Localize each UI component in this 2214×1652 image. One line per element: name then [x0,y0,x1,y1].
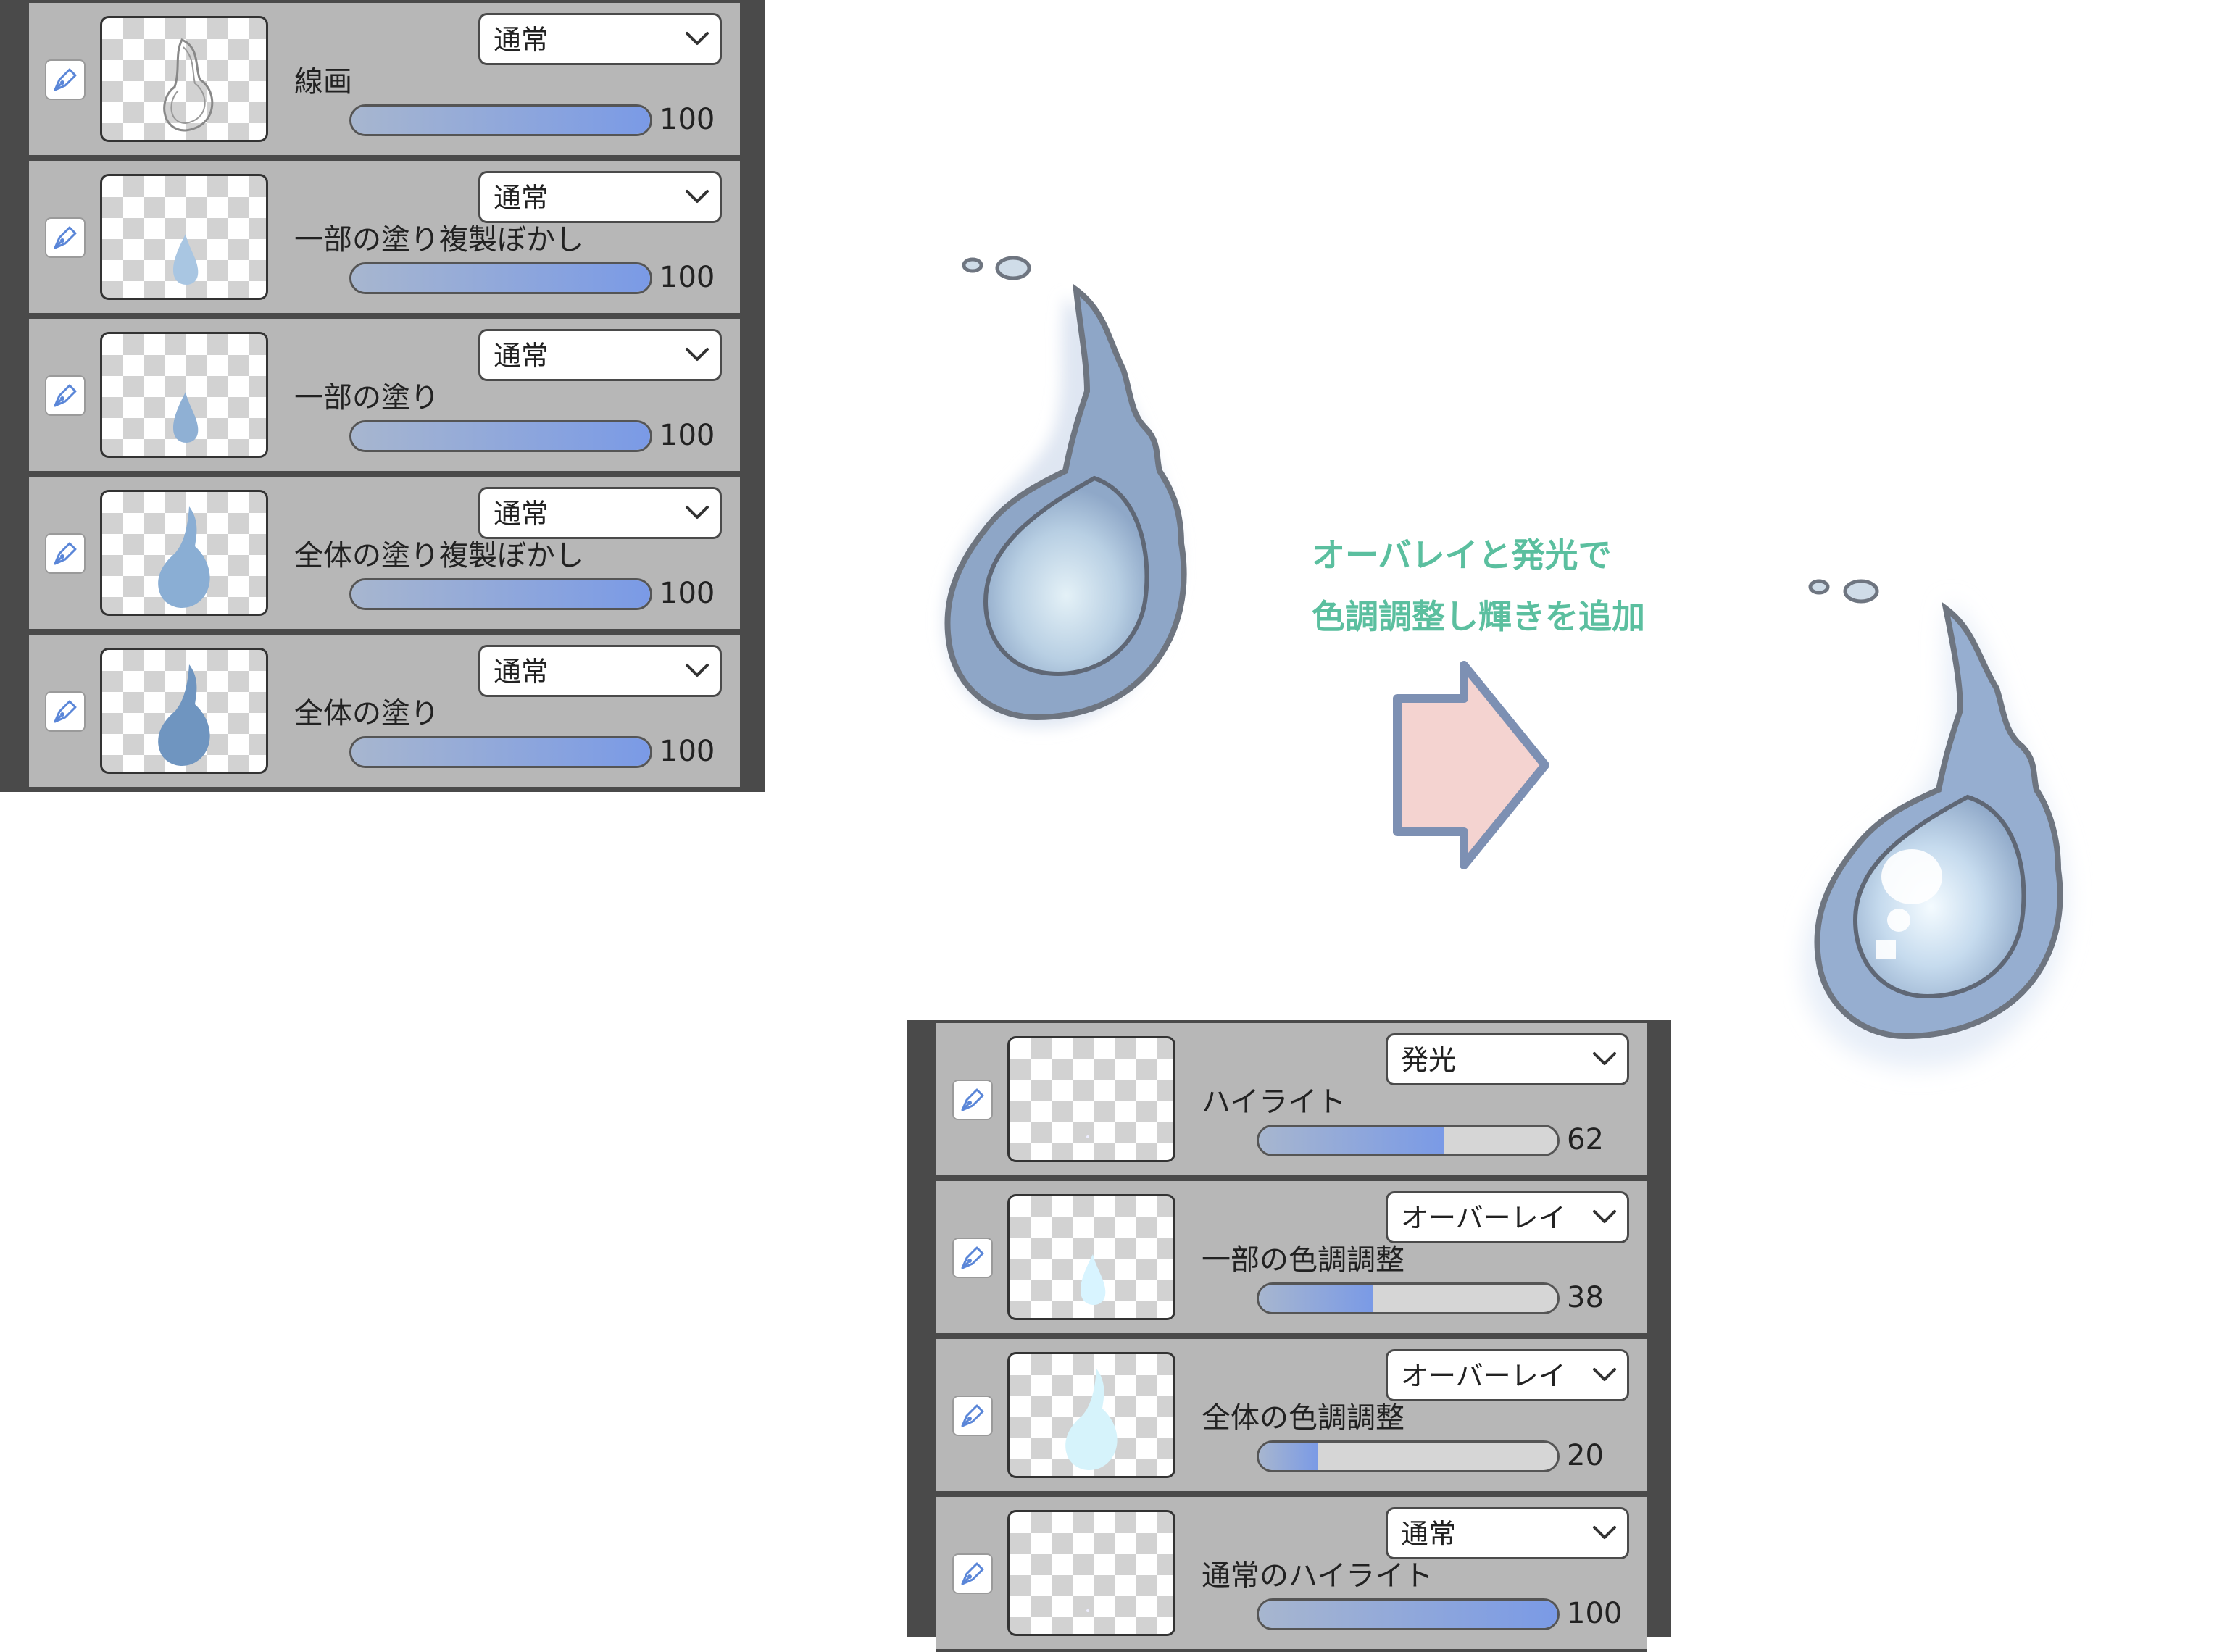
opacity-slider[interactable] [349,104,652,136]
layer-thumbnail [100,332,268,458]
opacity-fill [351,580,650,608]
chevron-down-icon [1592,1208,1617,1228]
blend-mode-label: 通常 [1401,1518,1457,1550]
blend-mode-label: 通常 [494,24,549,56]
right-arrow-icon [1393,661,1549,869]
layer-list: 通常 線画 100 通常 一部の塗り複製ぼかし 100 通常 一部の塗り 100 通常 全体の塗り複… [29,0,740,792]
blend-mode-label: 通常 [494,182,549,214]
opacity-slider[interactable] [1257,1125,1560,1156]
blend-mode-label: 通常 [494,498,549,530]
opacity-fill [351,264,650,292]
blend-mode-label: 発光 [1401,1044,1457,1076]
layer-row[interactable]: オーバーレイ一部の色調調整 38 [936,1181,1647,1336]
opacity-slider[interactable] [349,262,652,294]
layer-thumbnail [100,648,268,774]
layer-thumbnail [100,16,268,142]
caption-line-1: オーバレイと発光で [1312,535,1612,575]
flame-after-illustration [1803,579,2067,1068]
opacity-fill [1259,1285,1373,1312]
layer-name: 一部の塗り複製ぼかし [294,223,584,256]
layer-thumbnail [1007,1194,1175,1320]
layer-name: 通常のハイライト [1202,1559,1433,1593]
layer-panel-before: 通常 線画 100 通常 一部の塗り複製ぼかし 100 通常 一部の塗り 100 通常 全体の塗り複… [0,0,765,792]
chevron-down-icon [1592,1050,1617,1070]
opacity-value: 100 [659,103,715,136]
chevron-down-icon [685,346,709,366]
opacity-value: 62 [1567,1123,1604,1156]
layer-name: 線画 [294,65,352,99]
layer-row[interactable]: 通常線画 100 [29,3,740,158]
opacity-value: 100 [659,419,715,452]
layer-row[interactable]: オーバーレイ全体の色調調整 20 [936,1339,1647,1494]
pen-nib-icon[interactable] [45,59,86,100]
layer-thumbnail [1007,1510,1175,1636]
chevron-down-icon [1592,1366,1617,1386]
blend-mode-select[interactable]: オーバーレイ [1386,1349,1629,1401]
blend-mode-label: 通常 [494,340,549,372]
blend-mode-select[interactable]: 通常 [478,487,722,539]
opacity-slider[interactable] [349,420,652,452]
opacity-fill [1259,1601,1557,1628]
opacity-fill [1259,1127,1444,1154]
pen-nib-icon[interactable] [45,691,86,732]
opacity-fill [351,738,650,766]
layer-row[interactable]: 通常一部の塗り複製ぼかし 100 [29,161,740,316]
flame-before-illustration [943,256,1187,727]
layer-name: ハイライト [1202,1085,1347,1119]
pen-nib-icon[interactable] [952,1080,993,1120]
blend-mode-select[interactable]: 通常 [1386,1507,1629,1559]
opacity-slider[interactable] [349,736,652,768]
pen-nib-icon[interactable] [952,1553,993,1594]
opacity-value: 100 [659,735,715,768]
layer-name: 一部の塗り [294,381,439,414]
chevron-down-icon [685,188,709,208]
blend-mode-select[interactable]: 通常 [478,329,722,381]
pen-nib-icon[interactable] [45,375,86,416]
opacity-fill [351,422,650,450]
opacity-slider[interactable] [349,578,652,610]
layer-panel-after: 発光 ハイライト 62 オーバーレイ 一部の色調調整 38 オーバーレイ 全体の色調調整 20 通… [907,1020,1671,1652]
blend-mode-label: 通常 [494,656,549,688]
layer-name: 全体の塗り [294,697,439,730]
blend-mode-label: オーバーレイ [1401,1360,1566,1392]
pen-nib-icon[interactable] [45,533,86,574]
opacity-slider[interactable] [1257,1282,1560,1314]
blend-mode-select[interactable]: 通常 [478,13,722,65]
blend-mode-select[interactable]: 発光 [1386,1033,1629,1085]
layer-name: 一部の色調調整 [1202,1243,1404,1277]
chevron-down-icon [685,30,709,50]
opacity-slider[interactable] [1257,1440,1560,1472]
layer-row[interactable]: 通常一部の塗り 100 [29,319,740,474]
layer-thumbnail [1007,1352,1175,1478]
chevron-down-icon [685,662,709,682]
caption-line-2: 色調調整し輝きを追加 [1312,597,1645,636]
layer-thumbnail [1007,1036,1175,1162]
opacity-fill [351,107,650,134]
chevron-down-icon [685,504,709,524]
layer-row[interactable]: 発光ハイライト 62 [936,1023,1647,1178]
pen-nib-icon[interactable] [952,1238,993,1278]
blend-mode-label: オーバーレイ [1401,1202,1566,1234]
blend-mode-select[interactable]: 通常 [478,171,722,223]
opacity-value: 20 [1567,1439,1604,1472]
layer-name: 全体の色調調整 [1202,1401,1404,1435]
layer-thumbnail [100,174,268,300]
opacity-value: 38 [1567,1281,1604,1314]
opacity-fill [1259,1443,1319,1470]
layer-row[interactable]: 通常全体の塗り複製ぼかし 100 [29,477,740,632]
blend-mode-select[interactable]: オーバーレイ [1386,1191,1629,1243]
opacity-slider[interactable] [1257,1598,1560,1630]
chevron-down-icon [1592,1524,1617,1544]
layer-thumbnail [100,490,268,616]
opacity-value: 100 [1567,1597,1623,1630]
blend-mode-select[interactable]: 通常 [478,645,722,697]
layer-row[interactable]: 通常通常のハイライト 100 [936,1497,1647,1652]
layer-row[interactable]: 通常全体の塗り 100 [29,635,740,790]
pen-nib-icon[interactable] [952,1396,993,1436]
layer-list: 発光 ハイライト 62 オーバーレイ 一部の色調調整 38 オーバーレイ 全体の色調調整 20 通… [936,1020,1647,1652]
opacity-value: 100 [659,577,715,610]
opacity-value: 100 [659,261,715,294]
pen-nib-icon[interactable] [45,217,86,258]
layer-name: 全体の塗り複製ぼかし [294,539,584,572]
